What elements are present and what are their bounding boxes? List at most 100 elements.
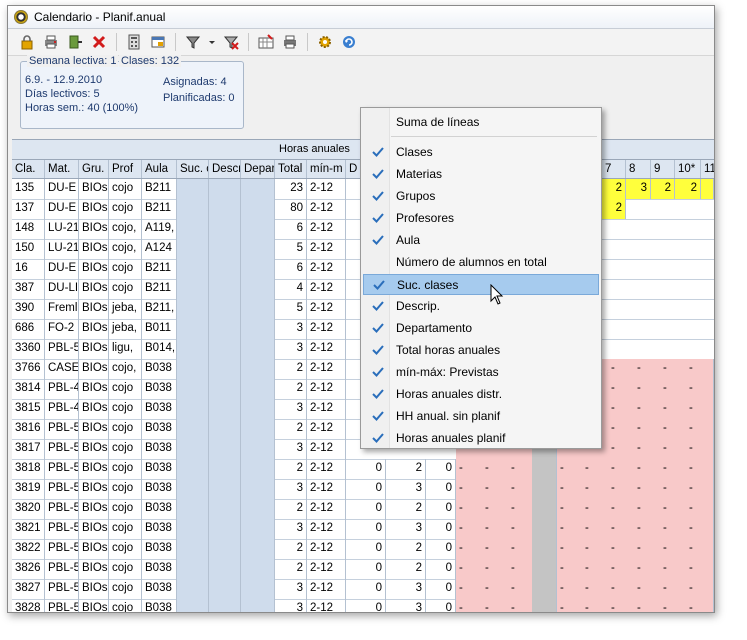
cell-9[interactable]: 2-12	[307, 319, 346, 339]
cell-dash[interactable]: -	[660, 519, 686, 539]
cell-5[interactable]	[177, 259, 209, 279]
cell-dash[interactable]: -	[557, 539, 582, 559]
cell-dash[interactable]: -	[660, 579, 686, 599]
menu-item-6[interactable]: Número de alumnos en total	[363, 252, 599, 273]
menu-item-8[interactable]: Descrip.	[363, 296, 599, 317]
cell-9[interactable]: 2-12	[307, 539, 346, 559]
cell-9[interactable]: 2-12	[307, 439, 346, 459]
cell-4[interactable]: B038	[142, 419, 177, 439]
cell-hours-0[interactable]: 0	[346, 559, 386, 579]
cell-7[interactable]	[241, 439, 275, 459]
cell-0[interactable]: 135	[12, 179, 45, 199]
cell-0[interactable]: 3766	[12, 359, 45, 379]
cell-6[interactable]	[209, 499, 241, 519]
cell-dash[interactable]: -	[582, 559, 608, 579]
cell-8[interactable]: 5	[275, 299, 307, 319]
cell-dash[interactable]: -	[456, 599, 482, 612]
cell-1[interactable]: FO-2	[45, 319, 79, 339]
cell-8[interactable]: 2	[275, 359, 307, 379]
menu-item-0[interactable]: Suma de líneas	[363, 112, 599, 133]
cell-dash[interactable]: -	[482, 559, 508, 579]
cell-5[interactable]	[177, 319, 209, 339]
cell-4[interactable]: B211	[142, 179, 177, 199]
cell-4[interactable]: B038	[142, 579, 177, 599]
cell-9[interactable]: 2-12	[307, 599, 346, 612]
cell-6[interactable]	[209, 479, 241, 499]
menu-item-9[interactable]: Departamento	[363, 318, 599, 339]
cell-5[interactable]	[177, 379, 209, 399]
cell-4[interactable]: B038	[142, 459, 177, 479]
cell-8[interactable]: 4	[275, 279, 307, 299]
table-row[interactable]: 3822 PBL-5 BIOs cojo B038 2 2-12- - - - - - - - -0 2 0	[12, 539, 714, 560]
cell-hours-2[interactable]: 0	[426, 539, 456, 559]
cell-dash[interactable]: -	[608, 539, 634, 559]
cell-5[interactable]	[177, 239, 209, 259]
settings-gear-icon[interactable]	[314, 31, 336, 53]
refresh-icon[interactable]	[338, 31, 360, 53]
cell-dash[interactable]: -	[634, 439, 660, 459]
menu-item-7[interactable]: Suc. clases	[363, 274, 599, 295]
cell-9[interactable]: 2-12	[307, 519, 346, 539]
cell-dash[interactable]: -	[660, 539, 686, 559]
cell-0[interactable]: 3822	[12, 539, 45, 559]
cell-5[interactable]	[177, 539, 209, 559]
cell-8[interactable]: 3	[275, 399, 307, 419]
cell-dash[interactable]: -	[608, 519, 634, 539]
cell-dash[interactable]: -	[582, 479, 608, 499]
cell-8[interactable]: 2	[275, 559, 307, 579]
cell-dash[interactable]: -	[608, 559, 634, 579]
cell-4[interactable]: B211	[142, 279, 177, 299]
cell-hours-1[interactable]: 2	[386, 459, 426, 479]
cell-dash[interactable]: -	[582, 499, 608, 519]
cell-hours-0[interactable]: 0	[346, 499, 386, 519]
cell-dash[interactable]: -	[456, 519, 482, 539]
cell-0[interactable]: 387	[12, 279, 45, 299]
cell-dash[interactable]: -	[582, 539, 608, 559]
cell-7[interactable]	[241, 179, 275, 199]
menu-item-5[interactable]: Aula	[363, 230, 599, 251]
cell-7[interactable]	[241, 459, 275, 479]
cell-3[interactable]: cojo	[109, 479, 142, 499]
cell-dash[interactable]: -	[686, 579, 712, 599]
cell-8[interactable]: 2	[275, 459, 307, 479]
cell-8[interactable]: 5	[275, 239, 307, 259]
cell-hours-2[interactable]: 0	[426, 459, 456, 479]
cell-6[interactable]	[209, 439, 241, 459]
menu-item-2[interactable]: Materias	[363, 164, 599, 185]
cell-6[interactable]	[209, 379, 241, 399]
cell-hours-1[interactable]: 3	[386, 599, 426, 612]
menu-item-1[interactable]: Clases	[363, 142, 599, 163]
print-setup-icon[interactable]	[279, 31, 301, 53]
key-icon[interactable]	[64, 31, 86, 53]
cell-4[interactable]: B038	[142, 479, 177, 499]
cell-2[interactable]: BIOs	[79, 459, 109, 479]
cell-2[interactable]: BIOs	[79, 419, 109, 439]
cell-hours-2[interactable]: 0	[426, 599, 456, 612]
cell-8[interactable]: 80	[275, 199, 307, 219]
cell-9[interactable]: 2-12	[307, 179, 346, 199]
cell-0[interactable]: 3826	[12, 559, 45, 579]
cell-dash[interactable]: -	[634, 419, 660, 439]
cell-3[interactable]: cojo,	[109, 359, 142, 379]
cell-2[interactable]: BIOs	[79, 499, 109, 519]
cell-dash[interactable]: -	[482, 519, 508, 539]
cell-0[interactable]: 3818	[12, 459, 45, 479]
cell-dash[interactable]: -	[634, 539, 660, 559]
cell-0[interactable]: 3360	[12, 339, 45, 359]
cell-hours-1[interactable]: 2	[386, 499, 426, 519]
cell-2[interactable]: BIOs	[79, 579, 109, 599]
cell-dash[interactable]: -	[608, 399, 634, 419]
cell-8[interactable]: 6	[275, 219, 307, 239]
cell-5[interactable]	[177, 359, 209, 379]
cell-dash[interactable]: -	[456, 559, 482, 579]
cell-9[interactable]: 2-12	[307, 219, 346, 239]
cell-0[interactable]: 390	[12, 299, 45, 319]
cell-1[interactable]: Freml	[45, 299, 79, 319]
cell-4[interactable]: A124	[142, 239, 177, 259]
cell-6[interactable]	[209, 359, 241, 379]
cell-7[interactable]	[241, 299, 275, 319]
cell-5[interactable]	[177, 179, 209, 199]
cell-7[interactable]	[241, 259, 275, 279]
cell-4[interactable]: B014,	[142, 339, 177, 359]
cell-7[interactable]	[241, 319, 275, 339]
